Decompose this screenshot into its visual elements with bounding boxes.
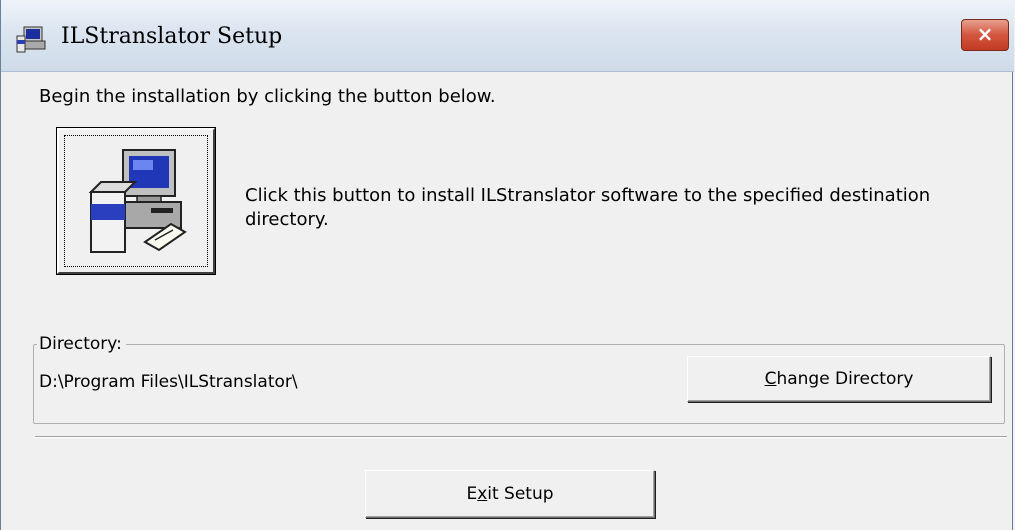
exit-setup-button[interactable]: Exit Setup — [365, 470, 655, 518]
install-description: Click this button to install ILStranslat… — [245, 185, 931, 230]
intro-text: Begin the installation by clicking the b… — [39, 86, 496, 107]
exit-setup-mnemonic: x — [477, 484, 488, 504]
directory-path: D:\Program Files\ILStranslator\ — [39, 372, 298, 392]
change-directory-button[interactable]: Change Directory — [687, 356, 991, 402]
setup-computer-icon — [15, 24, 47, 56]
close-button[interactable]: × — [961, 19, 1009, 51]
exit-setup-label-start: E — [466, 484, 478, 504]
change-directory-label: hange Directory — [776, 369, 914, 389]
title-bar[interactable]: ILStranslator Setup × — [1, 0, 1014, 72]
computer-install-icon — [85, 146, 189, 258]
change-directory-mnemonic: C — [764, 369, 777, 389]
separator-line — [35, 436, 1007, 438]
install-button[interactable] — [57, 128, 215, 274]
setup-window: ILStranslator Setup × Begin the installa… — [0, 0, 1014, 530]
window-title: ILStranslator Setup — [61, 24, 283, 49]
directory-group-label: Directory: — [37, 334, 126, 354]
exit-setup-label-rest: it Setup — [487, 484, 554, 504]
